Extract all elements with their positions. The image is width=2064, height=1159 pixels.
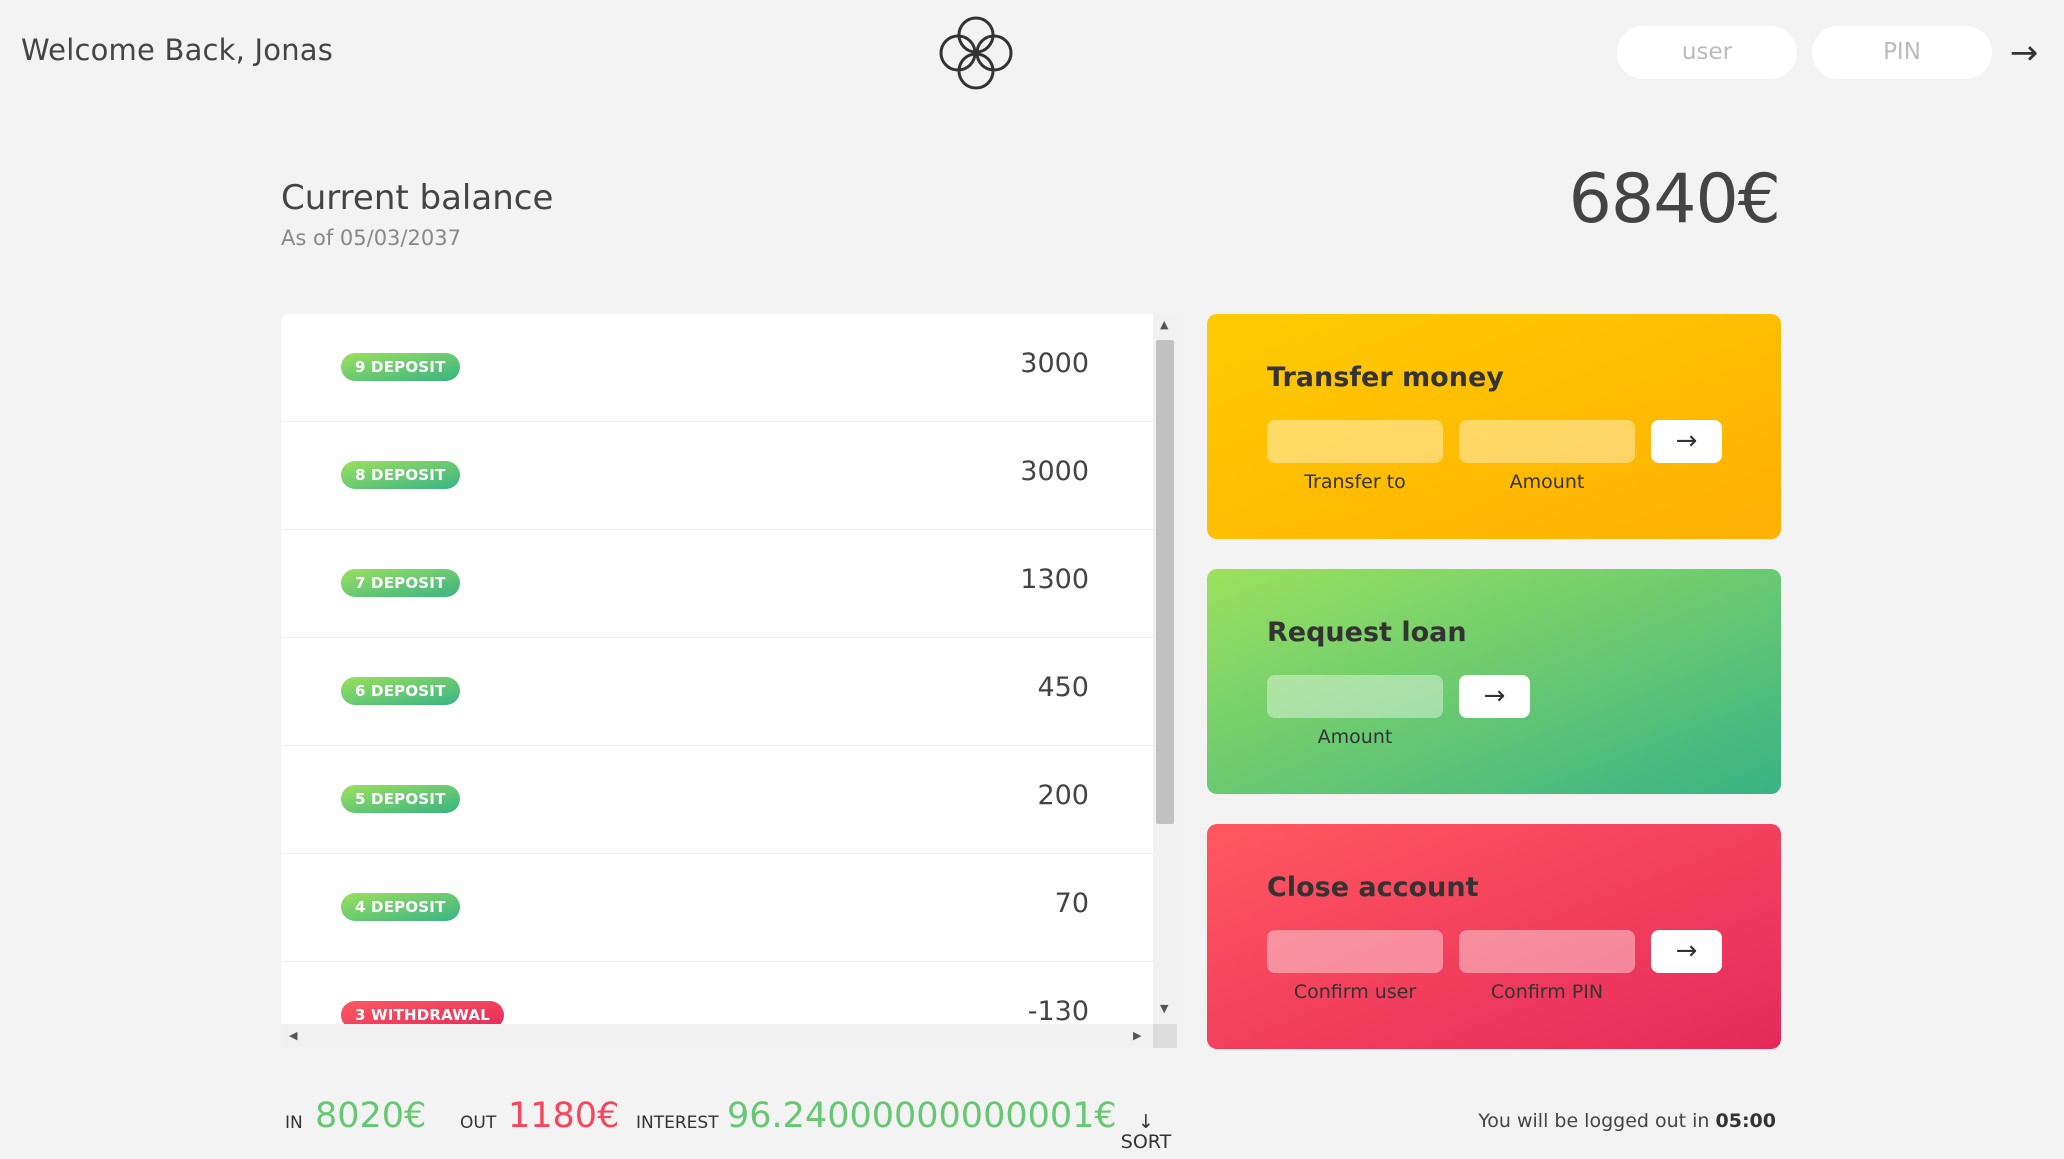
loan-submit-button[interactable]: → (1459, 675, 1530, 718)
transfer-amount-label: Amount (1509, 471, 1585, 493)
transfer-title: Transfer money (1267, 362, 1504, 393)
login-user-input[interactable]: user (1617, 26, 1797, 79)
loan-amount-label: Amount (1317, 726, 1393, 748)
summary-out-value: 1180€ (508, 1096, 620, 1136)
close-user-input[interactable] (1267, 930, 1443, 973)
scroll-up-icon[interactable]: ▲ (1160, 318, 1168, 331)
four-circle-flower-logo-icon (939, 16, 1013, 90)
vertical-scrollbar[interactable]: ▲ ▼ (1153, 314, 1177, 1048)
movement-type-badge: 8 deposit (341, 461, 460, 489)
sort-arrow-icon: ↓ (1138, 1111, 1154, 1133)
loan-panel: Request loan → Amount (1207, 569, 1781, 794)
movement-type-badge: 4 deposit (341, 893, 460, 921)
scrollbar-thumb[interactable] (1156, 340, 1174, 824)
movement-row: 4 deposit 70 (281, 854, 1153, 962)
close-title: Close account (1267, 872, 1479, 903)
movement-amount: 200 (1037, 780, 1089, 811)
movement-amount: -130 (1027, 996, 1089, 1027)
transfer-to-input[interactable] (1267, 420, 1443, 463)
movement-row: 7 deposit 1300 (281, 530, 1153, 638)
transfer-amount-input[interactable] (1459, 420, 1635, 463)
movement-type-badge: 6 deposit (341, 677, 460, 705)
movements-list[interactable]: 9 deposit 3000 8 deposit 3000 7 deposit 1300 6… (281, 314, 1177, 1048)
movement-row: 5 deposit 200 (281, 746, 1153, 854)
login-pin-input[interactable]: PIN (1812, 26, 1992, 79)
summary-in-label: In (285, 1113, 303, 1133)
horizontal-scrollbar[interactable]: ◀ ▶ (281, 1024, 1153, 1048)
movement-row: 9 deposit 3000 (281, 314, 1153, 422)
transfer-submit-button[interactable]: → (1651, 420, 1722, 463)
logout-timer: You will be logged out in 05:00 (1478, 1110, 1776, 1132)
scroll-left-icon[interactable]: ◀ (289, 1029, 297, 1042)
scroll-down-icon[interactable]: ▼ (1160, 1002, 1168, 1015)
transfer-panel: Transfer money → Transfer to Amount (1207, 314, 1781, 539)
movement-type-badge: 9 deposit (341, 353, 460, 381)
loan-amount-input[interactable] (1267, 675, 1443, 718)
balance-value: 6840€ (1568, 160, 1781, 239)
summary-interest-label: Interest (636, 1113, 719, 1133)
balance-label: Current balance (281, 178, 554, 218)
close-submit-button[interactable]: → (1651, 930, 1722, 973)
movement-amount: 1300 (1020, 564, 1089, 595)
movement-amount: 3000 (1020, 456, 1089, 487)
movement-row: 6 deposit 450 (281, 638, 1153, 746)
logout-time: 05:00 (1715, 1110, 1776, 1132)
movement-type-badge: 7 deposit (341, 569, 460, 597)
close-user-label: Confirm user (1293, 981, 1417, 1003)
sort-label: SORT (1120, 1131, 1172, 1153)
movement-amount: 70 (1054, 888, 1089, 919)
balance-date: As of 05/03/2037 (281, 226, 461, 250)
movement-row: 8 deposit 3000 (281, 422, 1153, 530)
login-arrow-button[interactable]: → (2004, 30, 2044, 76)
welcome-message: Welcome Back, Jonas (21, 33, 334, 67)
summary-in-value: 8020€ (315, 1096, 427, 1136)
sort-button[interactable]: ↓ SORT (1118, 1112, 1174, 1152)
scroll-right-icon[interactable]: ▶ (1133, 1029, 1141, 1042)
logout-text: You will be logged out in (1478, 1110, 1716, 1132)
movement-amount: 450 (1037, 672, 1089, 703)
close-account-panel: Close account → Confirm user Confirm PIN (1207, 824, 1781, 1049)
movement-type-badge: 5 deposit (341, 785, 460, 813)
summary-out-label: Out (460, 1113, 497, 1133)
close-pin-label: Confirm PIN (1490, 981, 1604, 1003)
movements-rows: 9 deposit 3000 8 deposit 3000 7 deposit 1300 6… (281, 314, 1153, 1048)
transfer-to-label: Transfer to (1304, 471, 1406, 493)
close-pin-input[interactable] (1459, 930, 1635, 973)
scrollbar-corner (1153, 1024, 1177, 1048)
summary-interest-value: 96.24000000000001€ (727, 1096, 1117, 1136)
loan-title: Request loan (1267, 617, 1467, 648)
movement-amount: 3000 (1020, 348, 1089, 379)
